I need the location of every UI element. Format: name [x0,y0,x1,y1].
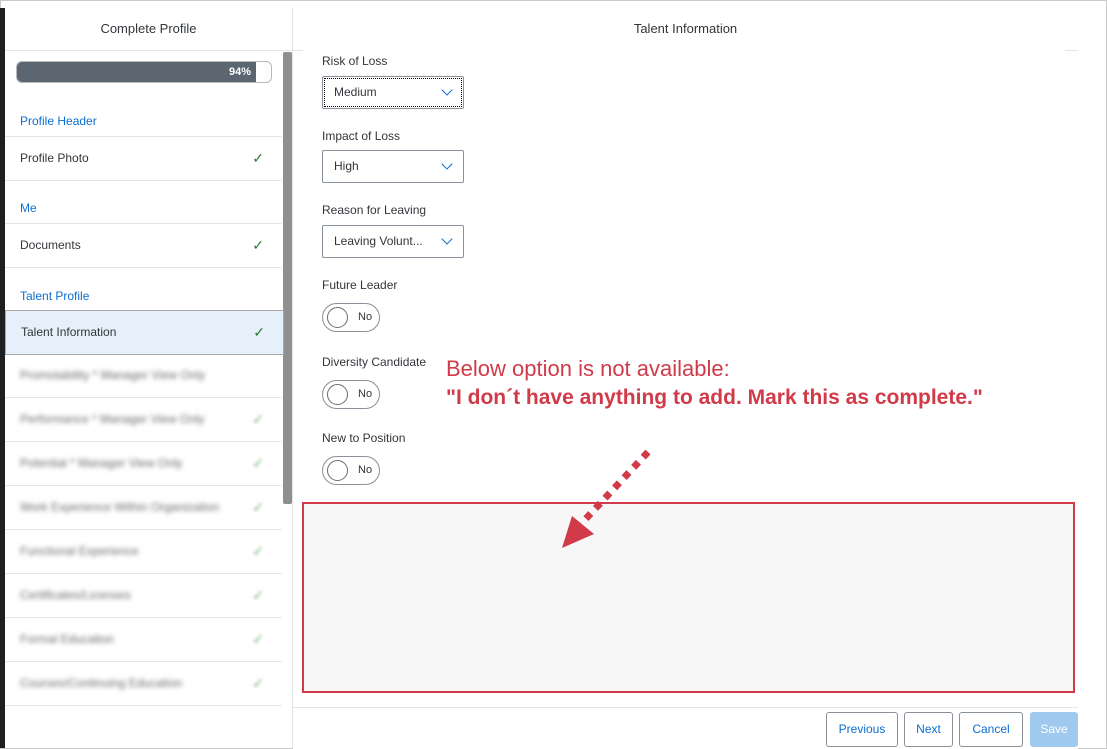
check-icon: ✓ [252,631,264,647]
nav-item-performance[interactable]: Performance * Manager View Only ✓ [5,398,282,442]
nav-item-potential[interactable]: Potential * Manager View Only ✓ [5,442,282,486]
save-button[interactable]: Save [1030,712,1078,747]
nav-item-work-experience[interactable]: Work Experience Within Organization ✓ [5,486,282,530]
annotation-line-2: "I don´t have anything to add. Mark this… [446,386,983,409]
nav-item-label: Documents [20,238,81,252]
toggle-state: No [358,464,373,476]
new-to-position-label: New to Position [322,431,406,445]
toggle-knob [327,307,348,328]
annotation-line-1: Below option is not available: [446,356,730,381]
chevron-down-icon [441,158,453,170]
check-icon: ✓ [252,675,264,691]
impact-of-loss-select[interactable]: High [322,150,464,183]
future-leader-label: Future Leader [322,278,398,292]
check-icon: ✓ [252,587,264,603]
check-icon: ✓ [252,499,264,515]
select-value: High [334,159,359,173]
progress-fill [17,62,256,82]
check-icon: ✓ [252,455,264,471]
nav-item-label: Talent Information [21,325,117,339]
nav-item-label: Profile Photo [20,151,89,165]
nav-item-label: Formal Education [20,632,115,646]
nav-item-label: Courses/Continuing Education [20,676,183,690]
next-button[interactable]: Next [904,712,953,747]
nav-item-label: Work Experience Within Organization [20,500,220,514]
left-panel-scrollbar[interactable] [283,52,292,504]
check-icon: ✓ [252,237,264,253]
nav-item-label: Promotability * Manager View Only [20,368,206,382]
previous-button[interactable]: Previous [826,712,898,747]
impact-of-loss-label: Impact of Loss [322,129,401,143]
reason-for-leaving-select[interactable]: Leaving Volunt... [322,225,464,258]
dotted-arrow-icon [562,449,651,548]
check-icon: ✓ [253,324,265,340]
nav-item-label: Performance * Manager View Only [20,412,205,426]
highlight-box [302,502,1075,693]
toggle-knob [327,460,348,481]
progress-label: 94% [228,66,251,78]
nav-item-documents[interactable]: Documents ✓ [5,223,282,268]
completion-progress-bar: 94% [16,61,272,83]
select-value: Medium [334,85,377,99]
nav-item-label: Certificates/Licenses [20,588,131,602]
new-to-position-toggle[interactable]: No [322,456,380,485]
chevron-down-icon [441,233,453,245]
left-panel: Complete Profile 94% Profile Header Prof… [5,8,293,748]
toggle-knob [327,384,348,405]
future-leader-toggle[interactable]: No [322,303,380,332]
nav-item-formal-education[interactable]: Formal Education ✓ [5,618,282,662]
right-panel-title: Talent Information [293,8,1078,51]
toggle-state: No [358,388,373,400]
nav-item-label: Potential * Manager View Only [20,456,183,470]
nav-item-label: Functional Experience [20,544,139,558]
select-value: Leaving Volunt... [334,234,423,248]
group-me: Me [20,201,37,215]
nav-item-certificates[interactable]: Certificates/Licenses ✓ [5,574,282,618]
nav-item-talent-information[interactable]: Talent Information ✓ [5,310,284,355]
reason-for-leaving-label: Reason for Leaving [322,203,427,217]
check-icon: ✓ [252,411,264,427]
check-icon: ✓ [252,150,264,166]
group-talent-profile: Talent Profile [20,289,90,303]
group-profile-header: Profile Header [20,114,97,128]
risk-of-loss-select[interactable]: Medium [322,76,464,109]
nav-item-functional-experience[interactable]: Functional Experience ✓ [5,530,282,574]
toggle-state: No [358,311,373,323]
chevron-down-icon [441,84,453,96]
diversity-candidate-toggle[interactable]: No [322,380,380,409]
dialog-footer: Previous Next Cancel Save [293,707,1078,749]
risk-of-loss-label: Risk of Loss [322,54,388,68]
diversity-candidate-label: Diversity Candidate [322,355,427,369]
cancel-button[interactable]: Cancel [959,712,1023,747]
nav-item-profile-photo[interactable]: Profile Photo ✓ [5,136,282,181]
left-panel-title: Complete Profile [5,8,292,51]
check-icon: ✓ [252,543,264,559]
nav-item-promotability[interactable]: Promotability * Manager View Only [5,354,282,398]
nav-item-courses[interactable]: Courses/Continuing Education ✓ [5,662,282,706]
